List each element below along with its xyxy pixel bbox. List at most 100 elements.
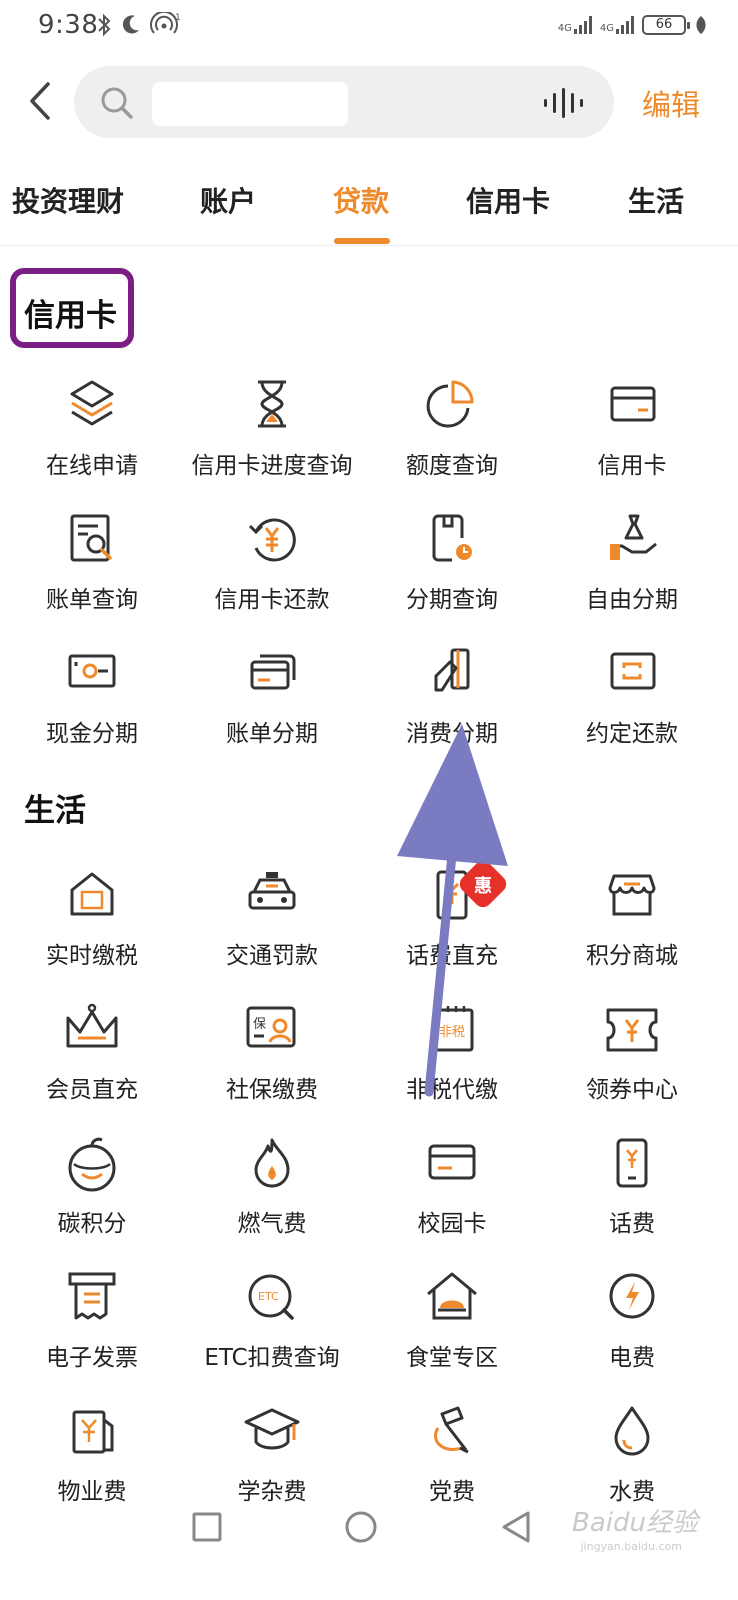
taxi-icon bbox=[248, 872, 296, 910]
edit-button[interactable]: 编辑 bbox=[642, 82, 700, 124]
coupon-icon bbox=[606, 1008, 658, 1052]
grid-item-free-installment[interactable]: 自由分期 bbox=[540, 512, 724, 632]
battery-icon: 66 bbox=[642, 15, 690, 35]
signal-2: 4G bbox=[600, 16, 634, 34]
flame-icon bbox=[254, 1138, 290, 1188]
grid-item-electricity[interactable]: 电费 bbox=[540, 1270, 724, 1390]
signal-bars-icon bbox=[616, 16, 634, 34]
home-icon[interactable] bbox=[344, 1510, 378, 1544]
tab-account[interactable]: 账户 bbox=[200, 180, 256, 220]
grid-item-traffic-fine[interactable]: 交通罚款 bbox=[180, 868, 364, 988]
watermark-url: jingyan.baidu.com bbox=[580, 1540, 682, 1553]
grid-item-label: ETC扣费查询 bbox=[204, 1345, 340, 1371]
status-left-icons: 1 bbox=[96, 12, 180, 38]
svg-text:1: 1 bbox=[175, 13, 180, 23]
grid-item-phone-bill[interactable]: 话费 bbox=[540, 1136, 724, 1256]
etc-search-icon: ETC bbox=[248, 1274, 294, 1320]
recent-apps-icon[interactable] bbox=[192, 1512, 222, 1542]
grid-item-bill-query[interactable]: 账单查询 bbox=[0, 512, 184, 632]
bill-cards-icon bbox=[250, 654, 296, 690]
grid-item-label: 信用卡还款 bbox=[214, 587, 330, 613]
invoice-icon bbox=[68, 1272, 116, 1320]
grid-item-repayment[interactable]: 信用卡还款 bbox=[180, 512, 364, 632]
grid-item-label: 交通罚款 bbox=[226, 943, 318, 969]
grid-item-campus-card[interactable]: 校园卡 bbox=[360, 1136, 544, 1256]
grid-item-credit-card[interactable]: 信用卡 bbox=[540, 378, 724, 498]
back-nav-icon[interactable] bbox=[500, 1510, 532, 1544]
grid-item-member-topup[interactable]: 会员直充 bbox=[0, 1002, 184, 1122]
grid-item-tax[interactable]: 实时缴税 bbox=[0, 868, 184, 988]
grid-item-label: 会员直充 bbox=[46, 1077, 138, 1103]
grid-item-label: 社保缴费 bbox=[226, 1077, 318, 1103]
leaf-icon bbox=[696, 16, 706, 34]
grid-item-phone-topup[interactable]: 话费直充 bbox=[360, 868, 544, 988]
grid-item-label: 在线申请 bbox=[46, 453, 138, 479]
cash-icon bbox=[68, 654, 116, 688]
grid-item-label: 信用卡 bbox=[597, 453, 667, 479]
grid-item-label: 话费 bbox=[609, 1211, 655, 1237]
grid-item-online-apply[interactable]: 在线申请 bbox=[0, 378, 184, 498]
grid-item-label: 现金分期 bbox=[46, 721, 138, 747]
grid-item-non-tax[interactable]: 非税 非税代缴 bbox=[360, 1002, 544, 1122]
grid-item-progress-query[interactable]: 信用卡进度查询 bbox=[180, 378, 364, 498]
tax-house-icon bbox=[70, 872, 114, 916]
tab-credit-card[interactable]: 信用卡 bbox=[466, 180, 550, 220]
grid-item-cash-installment[interactable]: 现金分期 bbox=[0, 646, 184, 766]
grid-item-gas-fee[interactable]: 燃气费 bbox=[180, 1136, 364, 1256]
voice-icon[interactable] bbox=[542, 88, 586, 118]
grid-item-label: 电子发票 bbox=[46, 1345, 138, 1371]
crown-icon bbox=[66, 1003, 118, 1048]
grid-item-label: 碳积分 bbox=[57, 1211, 127, 1237]
grid-item-label: 燃气费 bbox=[237, 1211, 307, 1237]
canteen-icon bbox=[427, 1272, 477, 1320]
tab-loan[interactable]: 贷款 bbox=[333, 180, 389, 220]
grid-item-social-security[interactable]: 保 社保缴费 bbox=[180, 1002, 364, 1122]
grid-item-etc-query[interactable]: ETC ETC扣费查询 bbox=[180, 1270, 364, 1390]
grid-item-label: 自由分期 bbox=[586, 587, 678, 613]
grid-item-canteen[interactable]: 食堂专区 bbox=[360, 1270, 544, 1390]
signal-bars-icon bbox=[573, 16, 592, 34]
bill-search-icon bbox=[70, 514, 112, 562]
back-icon[interactable] bbox=[20, 78, 60, 124]
bluetooth-icon bbox=[98, 13, 111, 37]
search-input[interactable] bbox=[152, 82, 348, 126]
grid-item-label: 实时缴税 bbox=[46, 943, 138, 969]
mobile-yuan-icon bbox=[616, 1138, 648, 1188]
party-emblem-icon bbox=[434, 1406, 469, 1454]
tab-invest[interactable]: 投资理财 bbox=[12, 180, 124, 220]
card-icon bbox=[610, 386, 656, 422]
svg-text:非税: 非税 bbox=[439, 1025, 465, 1040]
grid-item-carbon-points[interactable]: 碳积分 bbox=[0, 1136, 184, 1256]
property-fee-icon bbox=[72, 1410, 114, 1454]
search-box[interactable] bbox=[74, 66, 614, 138]
grid-item-coupon-center[interactable]: 领券中心 bbox=[540, 1002, 724, 1122]
grid-item-points-mall[interactable]: 积分商城 bbox=[540, 868, 724, 988]
category-tabs: 投资理财 账户 贷款 信用卡 生活 bbox=[0, 172, 738, 246]
moon-icon bbox=[122, 15, 139, 34]
status-time: 9:38 bbox=[38, 10, 99, 40]
grid-item-scheduled-repayment[interactable]: 约定还款 bbox=[540, 646, 724, 766]
grid-item-label: 电费 bbox=[609, 1345, 655, 1371]
grid-item-bill-installment[interactable]: 账单分期 bbox=[180, 646, 364, 766]
installment-clock-icon bbox=[432, 514, 472, 562]
grid-item-label: 话费直充 bbox=[406, 943, 498, 969]
grid-item-label: 非税代缴 bbox=[406, 1077, 498, 1103]
status-bar: 9:38 1 4G 4G 66 bbox=[0, 0, 738, 52]
grid-item-consumer-installment[interactable]: 消费分期 bbox=[360, 646, 544, 766]
tab-life[interactable]: 生活 bbox=[628, 180, 684, 220]
grid-item-label: 分期查询 bbox=[406, 587, 498, 613]
signal-2-label: 4G bbox=[599, 23, 614, 34]
signal-1: 4G bbox=[558, 16, 592, 34]
lightning-icon bbox=[609, 1273, 655, 1319]
grid-item-label: 账单查询 bbox=[46, 587, 138, 613]
social-security-icon: 保 bbox=[246, 1006, 296, 1048]
carbon-face-icon bbox=[68, 1137, 116, 1192]
watermark: Baidu经验 bbox=[572, 1508, 698, 1538]
grid-item-installment-query[interactable]: 分期查询 bbox=[360, 512, 544, 632]
grid-item-limit-query[interactable]: 额度查询 bbox=[360, 378, 544, 498]
grid-item-label: 约定还款 bbox=[586, 721, 678, 747]
active-tab-indicator bbox=[334, 238, 390, 244]
grid-item-e-invoice[interactable]: 电子发票 bbox=[0, 1270, 184, 1390]
svg-text:保: 保 bbox=[253, 1017, 266, 1032]
grid-item-label: 账单分期 bbox=[226, 721, 318, 747]
